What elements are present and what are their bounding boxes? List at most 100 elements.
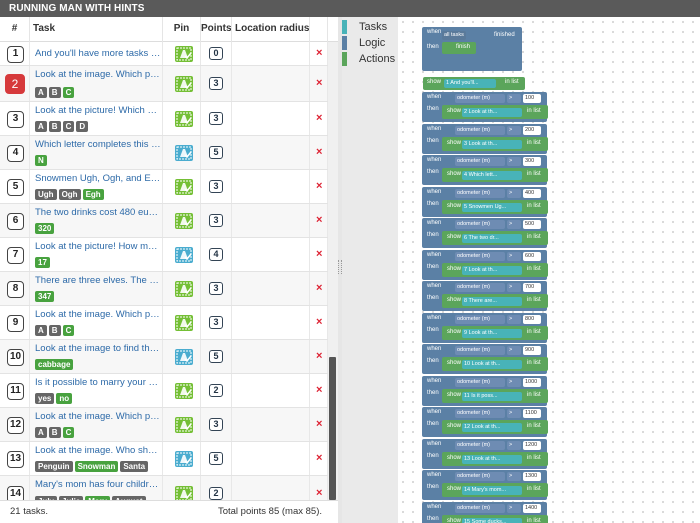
odometer-selector[interactable]: odometer (m)	[455, 252, 505, 261]
map-pin-icon[interactable]	[175, 315, 193, 331]
table-row[interactable]: 7 Look at the picture! How many ... 17 4 ×	[0, 238, 328, 272]
map-pin-hint-icon[interactable]	[175, 349, 193, 365]
delete-task-icon[interactable]: ×	[316, 180, 322, 192]
comparison-operator[interactable]: >	[507, 220, 521, 229]
distance-value[interactable]: 200	[523, 126, 541, 135]
odometer-selector[interactable]: odometer (m)	[455, 472, 505, 481]
task-title-link[interactable]: Look at the picture! How many ...	[35, 241, 161, 252]
odometer-selector[interactable]: odometer (m)	[455, 441, 505, 450]
map-pin-icon[interactable]	[175, 486, 193, 500]
delete-task-icon[interactable]: ×	[316, 384, 322, 396]
task-selector[interactable]: 11 Is it poss...	[462, 392, 522, 401]
all-tasks-selector[interactable]: all tasks	[442, 31, 466, 40]
distance-value[interactable]: 1300	[523, 472, 541, 481]
comparison-operator[interactable]: >	[507, 378, 521, 387]
task-title-link[interactable]: And you'll have more tasks app...	[35, 48, 161, 59]
table-row[interactable]: 3 Look at the picture! Which optio... ABCD…	[0, 102, 328, 136]
task-title-link[interactable]: Is it possible to marry your wid...	[35, 377, 161, 388]
odometer-selector[interactable]: odometer (m)	[455, 409, 505, 418]
comparison-operator[interactable]: >	[507, 315, 521, 324]
map-pin-icon[interactable]	[175, 383, 193, 399]
distance-value[interactable]: 1400	[523, 504, 541, 513]
delete-task-icon[interactable]: ×	[316, 418, 322, 430]
task-selector[interactable]: 2 Look at th...	[462, 108, 522, 117]
table-row[interactable]: 4 Which letter completes this seq... N 5 ×	[0, 136, 328, 170]
comparison-operator[interactable]: >	[507, 94, 521, 103]
map-pin-icon[interactable]	[175, 281, 193, 297]
toolbox-category-tasks[interactable]: Tasks	[342, 20, 387, 34]
odometer-selector[interactable]: odometer (m)	[455, 189, 505, 198]
distance-value[interactable]: 100	[523, 94, 541, 103]
task-title-link[interactable]: Look at the image. Which pictur...	[35, 69, 161, 80]
map-pin-hint-icon[interactable]	[175, 145, 193, 161]
odometer-selector[interactable]: odometer (m)	[455, 315, 505, 324]
task-title-link[interactable]: Look at the image to find the ke...	[35, 343, 161, 354]
map-pin-icon[interactable]	[175, 417, 193, 433]
map-pin-icon[interactable]	[175, 46, 193, 62]
task-selector[interactable]: 1 And you'll...	[444, 79, 496, 88]
distance-value[interactable]: 400	[523, 189, 541, 198]
task-selector[interactable]: 14 Mary's mom...	[462, 486, 522, 495]
comparison-operator[interactable]: >	[507, 189, 521, 198]
task-title-link[interactable]: The two drinks cost 480 euros. ...	[35, 207, 161, 218]
task-title-link[interactable]: Mary's mom has four children. ...	[35, 479, 161, 490]
map-pin-icon[interactable]	[175, 111, 193, 127]
table-scrollbar[interactable]	[328, 42, 338, 500]
table-row[interactable]: 14Mary's mom has four children. ...JulyJ…	[0, 476, 328, 500]
task-title-link[interactable]: Look at the image. Which pictur...	[35, 411, 161, 422]
odometer-selector[interactable]: odometer (m)	[455, 504, 505, 513]
comparison-operator[interactable]: >	[507, 441, 521, 450]
task-selector[interactable]: 10 Look at th...	[462, 360, 522, 369]
comparison-operator[interactable]: >	[507, 252, 521, 261]
map-pin-icon[interactable]	[175, 213, 193, 229]
table-row[interactable]: 2 Look at the image. Which pictur... ABC 3 ×	[0, 66, 328, 102]
task-selector[interactable]: 3 Look at th...	[462, 140, 522, 149]
delete-task-icon[interactable]: ×	[316, 112, 322, 124]
table-row[interactable]: 11 Is it possible to marry your wid... yes…	[0, 374, 328, 408]
distance-value[interactable]: 600	[523, 252, 541, 261]
table-row[interactable]: 6 The two drinks cost 480 euros. ... 320 3 ×	[0, 204, 328, 238]
delete-task-icon[interactable]: ×	[316, 282, 322, 294]
distance-value[interactable]: 900	[523, 346, 541, 355]
comparison-operator[interactable]: >	[507, 346, 521, 355]
odometer-selector[interactable]: odometer (m)	[455, 378, 505, 387]
map-pin-icon[interactable]	[175, 179, 193, 195]
header-points[interactable]: Points	[201, 17, 232, 42]
delete-task-icon[interactable]: ×	[316, 146, 322, 158]
distance-value[interactable]: 1200	[523, 441, 541, 450]
header-location-radius[interactable]: Location radius ...	[232, 17, 310, 42]
delete-task-icon[interactable]: ×	[316, 452, 322, 464]
scrollbar-thumb[interactable]	[329, 357, 336, 500]
task-selector[interactable]: 9 Look at th...	[462, 329, 522, 338]
comparison-operator[interactable]: >	[507, 283, 521, 292]
task-title-link[interactable]: Look at the image. Which pictur...	[35, 309, 161, 320]
distance-value[interactable]: 300	[523, 157, 541, 166]
odometer-selector[interactable]: odometer (m)	[455, 220, 505, 229]
map-pin-hint-icon[interactable]	[175, 451, 193, 467]
header-num[interactable]: #	[0, 17, 30, 42]
task-title-link[interactable]: There are three elves. The oldes...	[35, 275, 161, 286]
task-selector[interactable]: 7 Look at th...	[462, 266, 522, 275]
blocks-workspace[interactable]: when all tasks finished then finish show 1 And…	[398, 17, 700, 523]
delete-task-icon[interactable]: ×	[316, 214, 322, 226]
odometer-selector[interactable]: odometer (m)	[455, 126, 505, 135]
odometer-selector[interactable]: odometer (m)	[455, 283, 505, 292]
toolbox-category-logic[interactable]: Logic	[342, 36, 385, 50]
table-row[interactable]: 12 Look at the image. Which pictur... ABC 3…	[0, 408, 328, 442]
delete-task-icon[interactable]: ×	[316, 316, 322, 328]
comparison-operator[interactable]: >	[507, 126, 521, 135]
task-selector[interactable]: 5 Snowmen Ug...	[462, 203, 522, 212]
comparison-operator[interactable]: >	[507, 504, 521, 513]
header-pin[interactable]: Pin	[163, 17, 201, 42]
delete-task-icon[interactable]: ×	[316, 77, 322, 89]
task-title-link[interactable]: Look at the picture! Which optio...	[35, 105, 161, 116]
map-pin-icon[interactable]	[175, 76, 193, 92]
task-title-link[interactable]: Look at the image. Who should ...	[35, 445, 161, 456]
comparison-operator[interactable]: >	[507, 157, 521, 166]
odometer-selector[interactable]: odometer (m)	[455, 346, 505, 355]
table-row[interactable]: 5 Snowmen Ugh, Ogh, and Egh co... UghOghEg…	[0, 170, 328, 204]
task-selector[interactable]: 15 Some ducks...	[462, 518, 522, 523]
delete-task-icon[interactable]: ×	[316, 47, 322, 59]
delete-task-icon[interactable]: ×	[316, 248, 322, 260]
distance-value[interactable]: 1100	[523, 409, 541, 418]
